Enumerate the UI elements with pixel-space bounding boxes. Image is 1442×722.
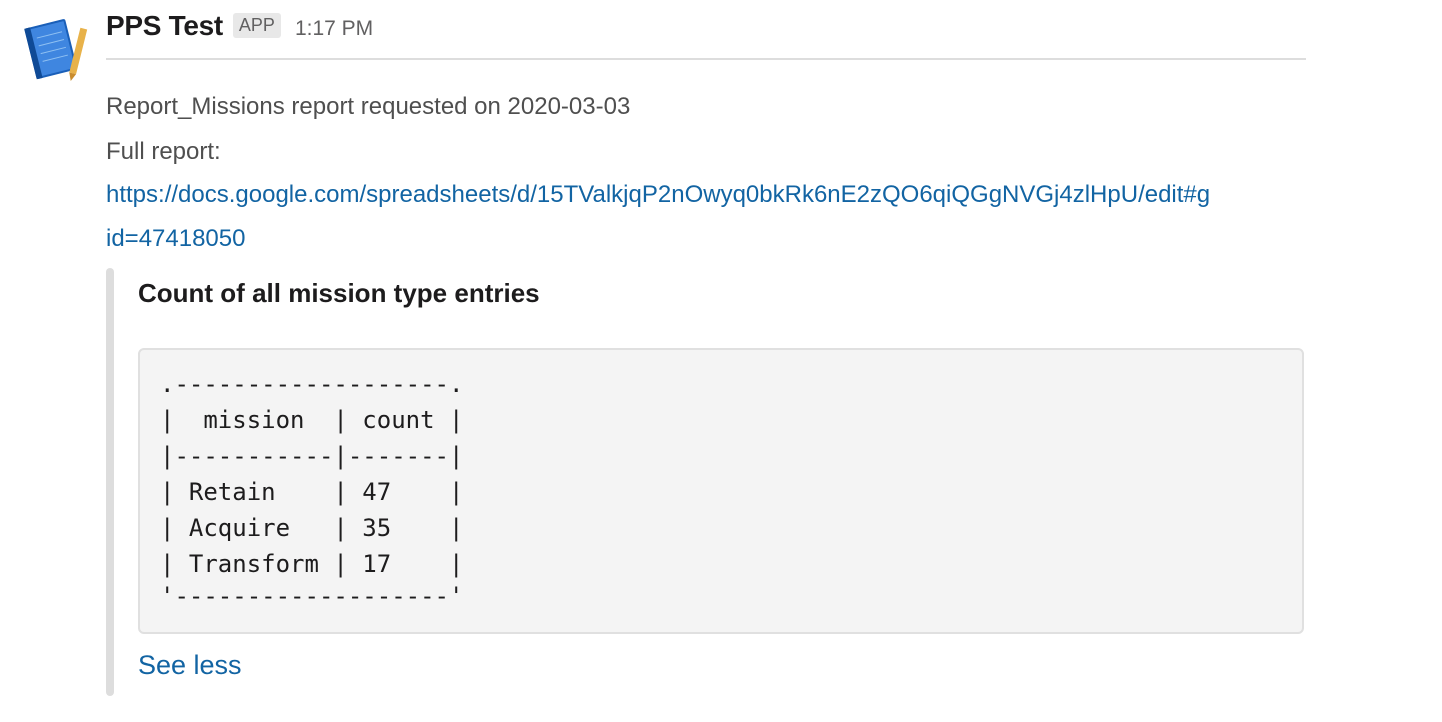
code-line: | Acquire | 35 | (160, 514, 464, 542)
report-link-part-2[interactable]: id=47418050 (106, 225, 245, 253)
attachment-border (106, 268, 114, 696)
code-line: '-------------------' (160, 582, 464, 610)
sender-name[interactable]: PPS Test (106, 10, 223, 42)
see-less-link[interactable]: See less (138, 650, 242, 681)
code-line: .-------------------. (160, 370, 464, 398)
full-report-label: Full report: (106, 138, 221, 165)
message: PPS Test APP 1:17 PM Report_Missions rep… (0, 0, 1442, 722)
message-header: PPS Test APP 1:17 PM (106, 10, 373, 42)
app-avatar-icon[interactable] (20, 14, 90, 84)
code-line: | mission | count | (160, 406, 464, 434)
code-line: | Transform | 17 | (160, 550, 464, 578)
header-divider (106, 58, 1306, 60)
report-request-line: Report_Missions report requested on 2020… (106, 93, 631, 120)
code-line: | Retain | 47 | (160, 478, 464, 506)
timestamp[interactable]: 1:17 PM (295, 17, 373, 41)
report-link-part-1[interactable]: https://docs.google.com/spreadsheets/d/1… (106, 181, 1210, 209)
code-block: .-------------------. | mission | count … (138, 348, 1304, 634)
code-line: |-----------|-------| (160, 442, 464, 470)
attachment-title: Count of all mission type entries (138, 278, 540, 308)
app-badge: APP (232, 13, 281, 38)
